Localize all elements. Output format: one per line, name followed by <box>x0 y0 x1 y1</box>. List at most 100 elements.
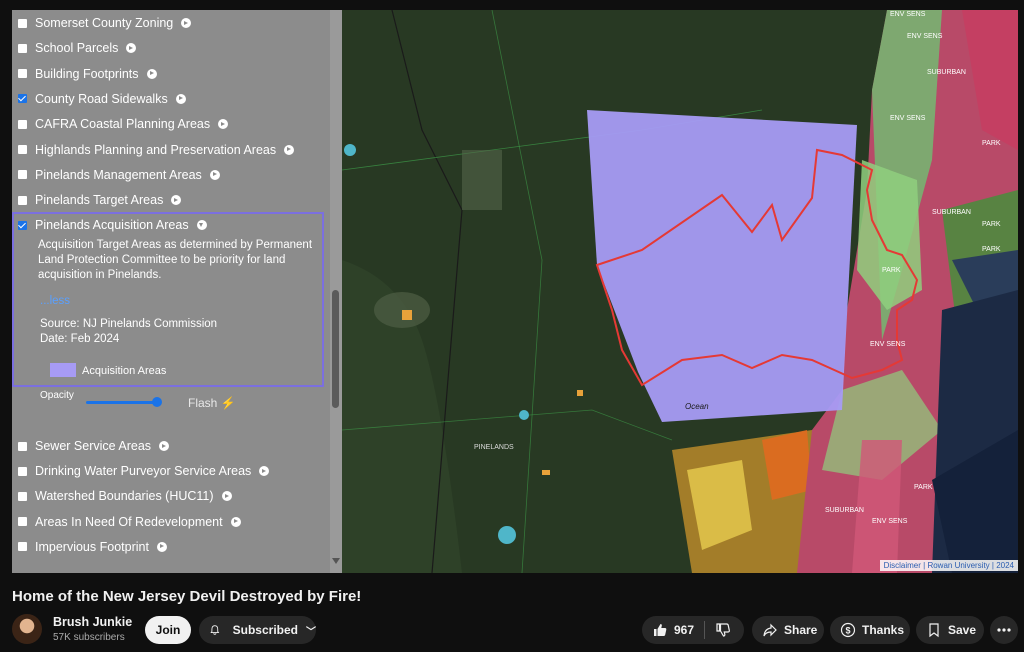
layer-item[interactable]: Highlands Planning and Preservation Area… <box>18 140 295 160</box>
layer-label: Impervious Footprint <box>35 539 149 554</box>
info-icon[interactable] <box>284 144 295 155</box>
layer-item[interactable]: Watershed Boundaries (HUC11) <box>18 486 232 506</box>
map-attribution[interactable]: Disclaimer | Rowan University | 2024 <box>879 560 1018 571</box>
layer-item[interactable]: Pinelands Target Areas <box>18 190 182 210</box>
panel-scroll-thumb[interactable] <box>332 290 339 408</box>
map-label-park: PARK <box>982 140 1001 147</box>
layer-checkbox[interactable] <box>18 94 27 104</box>
layer-item[interactable]: Somerset County Zoning <box>18 13 192 33</box>
map-label-env-sens: ENV SENS <box>870 341 906 348</box>
video-title: Home of the New Jersey Devil Destroyed b… <box>12 588 362 605</box>
layer-checkbox[interactable] <box>18 220 27 230</box>
join-button[interactable]: Join <box>145 616 191 644</box>
chevron-down-icon[interactable] <box>196 220 207 230</box>
map-view[interactable]: ENV SENS ENV SENS SUBURBAN ENV SENS PARK… <box>342 10 1018 573</box>
layer-label: Somerset County Zoning <box>35 16 174 30</box>
more-options-button[interactable] <box>990 616 1018 644</box>
chevron-down-icon: ﹀ <box>306 626 316 638</box>
layer-item[interactable]: Areas In Need Of Redevelopment <box>18 512 241 532</box>
map-label-park: PARK <box>982 246 1001 253</box>
layer-label: Pinelands Management Areas <box>35 167 202 182</box>
channel-name[interactable]: Brush Junkie <box>53 615 132 629</box>
info-icon[interactable] <box>230 516 241 527</box>
layer-label: CAFRA Coastal Planning Areas <box>35 117 211 132</box>
layer-item[interactable]: Sewer Service Areas <box>18 436 170 456</box>
subscribe-button[interactable]: Subscribed ﹀ <box>199 616 316 644</box>
info-icon[interactable] <box>259 466 270 477</box>
info-icon[interactable] <box>156 541 167 552</box>
flash-label: Flash <box>188 396 218 410</box>
layer-item[interactable]: Drinking Water Purveyor Service Areas <box>18 461 270 481</box>
more-dots-icon <box>997 628 1011 632</box>
map-label-env-sens: ENV SENS <box>890 115 926 122</box>
layer-item[interactable]: School Parcels <box>18 38 137 58</box>
video-player[interactable]: Somerset County Zoning School Parcels Buil… <box>12 10 1018 573</box>
like-count: 967 <box>674 623 695 637</box>
layer-checkbox[interactable] <box>18 170 27 180</box>
layer-checkbox[interactable] <box>18 195 27 205</box>
layer-label: Watershed Boundaries (HUC11) <box>35 489 214 504</box>
info-icon[interactable] <box>171 195 182 206</box>
opacity-slider-track[interactable] <box>86 401 158 404</box>
scroll-down-arrow-icon[interactable] <box>332 558 340 564</box>
bell-icon <box>210 625 220 635</box>
map-label-env-sens: ENV SENS <box>890 11 926 18</box>
thanks-label: Thanks <box>862 623 905 637</box>
info-icon[interactable] <box>209 169 220 180</box>
legend-swatch <box>50 363 76 377</box>
channel-avatar[interactable] <box>12 614 42 644</box>
layer-checkbox[interactable] <box>18 441 27 451</box>
opacity-label: Opacity <box>40 390 74 401</box>
info-icon[interactable] <box>218 119 229 130</box>
map-label-suburban: SUBURBAN <box>927 69 966 76</box>
thanks-dollar-icon: $ <box>840 622 856 638</box>
layer-label: School Parcels <box>35 41 119 56</box>
info-icon[interactable] <box>181 18 192 28</box>
save-button[interactable]: Save <box>916 616 984 644</box>
like-dislike-group[interactable]: 967 <box>642 616 744 644</box>
info-icon[interactable] <box>221 491 232 502</box>
layer-label: Areas In Need Of Redevelopment <box>35 514 223 529</box>
share-label: Share <box>784 623 818 637</box>
layer-item[interactable]: Impervious Footprint <box>18 537 167 557</box>
layer-date: Date: Feb 2024 <box>40 333 120 345</box>
layer-label: Sewer Service Areas <box>35 439 152 453</box>
layer-checkbox[interactable] <box>18 145 27 154</box>
layer-item-pinelands-acquisition[interactable]: Pinelands Acquisition Areas <box>18 215 207 235</box>
layer-checkbox[interactable] <box>18 491 27 501</box>
layer-item[interactable]: CAFRA Coastal Planning Areas <box>18 114 229 134</box>
info-icon[interactable] <box>175 93 186 104</box>
map-label-park: PARK <box>882 267 901 274</box>
layer-checkbox[interactable] <box>18 517 27 527</box>
layer-checkbox[interactable] <box>18 18 27 28</box>
layer-description: Acquisition Target Areas as determined b… <box>38 239 313 281</box>
thumbs-down-icon[interactable] <box>715 622 731 638</box>
thumbs-up-icon[interactable] <box>652 622 668 638</box>
less-link[interactable]: ...less <box>40 295 70 307</box>
share-button[interactable]: Share <box>752 616 824 644</box>
share-arrow-icon <box>763 623 777 637</box>
layer-checkbox[interactable] <box>18 466 27 476</box>
layer-label: Drinking Water Purveyor Service Areas <box>35 464 252 479</box>
flash-button[interactable]: Flash ⚡ <box>188 396 236 410</box>
opacity-slider-thumb[interactable] <box>152 397 162 407</box>
map-label-suburban: SUBURBAN <box>825 507 864 514</box>
map-label-pinelands: PINELANDS <box>474 444 514 451</box>
layer-item[interactable]: Pinelands Management Areas <box>18 165 220 185</box>
layer-checkbox[interactable] <box>18 69 27 79</box>
layer-checkbox[interactable] <box>18 119 27 129</box>
info-icon[interactable] <box>146 68 157 79</box>
layer-checkbox[interactable] <box>18 43 27 53</box>
thanks-button[interactable]: $ Thanks <box>830 616 910 644</box>
map-label-ocean: Ocean <box>685 402 709 411</box>
info-icon[interactable] <box>159 441 170 451</box>
layer-label: Pinelands Target Areas <box>35 193 164 208</box>
layer-item[interactable]: Building Footprints <box>18 64 157 84</box>
layer-label: Building Footprints <box>35 66 139 81</box>
map-label-env-sens: ENV SENS <box>907 33 943 40</box>
info-icon[interactable] <box>126 43 137 54</box>
bookmark-icon <box>929 623 939 638</box>
layer-item[interactable]: County Road Sidewalks <box>18 89 186 109</box>
layer-checkbox[interactable] <box>18 542 27 552</box>
layer-label: Highlands Planning and Preservation Area… <box>35 142 277 157</box>
